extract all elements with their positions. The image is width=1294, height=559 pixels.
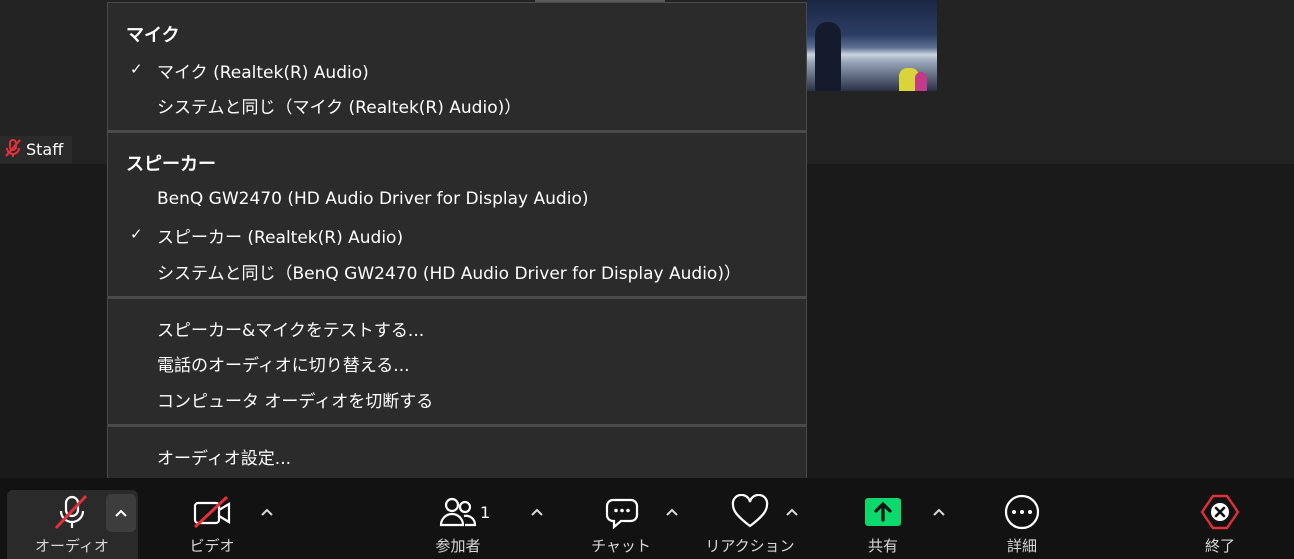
participants-count: 1 bbox=[480, 503, 491, 522]
speaker-section-header: スピーカー bbox=[126, 154, 216, 175]
share-up-arrow-icon bbox=[863, 494, 903, 530]
mic-section-header: マイク bbox=[126, 25, 180, 46]
meeting-toolbar: オーディオ ビデオ 参加者 1 チャット リアクション 共有 詳細 終了 bbox=[0, 478, 1294, 559]
participant-name: Staff bbox=[26, 140, 64, 159]
reactions-label: リアクション bbox=[705, 537, 795, 555]
end-label: 終了 bbox=[1204, 537, 1235, 555]
ellipsis-circle-icon bbox=[1002, 494, 1042, 530]
end-meeting-button[interactable]: 終了 bbox=[1180, 478, 1260, 559]
menu-item-mic-system-default[interactable]: システムと同じ（マイク (Realtek(R) Audio)） bbox=[157, 93, 521, 118]
mic-muted-icon bbox=[4, 138, 22, 162]
chat-options-caret[interactable] bbox=[666, 508, 678, 516]
reactions-button[interactable]: リアクション bbox=[704, 478, 796, 559]
menu-item-speaker-realtek[interactable]: スピーカー (Realtek(R) Audio) bbox=[157, 223, 403, 248]
menu-item-audio-settings[interactable]: オーディオ設定... bbox=[157, 444, 291, 469]
menu-divider bbox=[108, 296, 806, 299]
more-button[interactable]: 詳細 bbox=[982, 478, 1062, 559]
menu-item-speaker-benq[interactable]: BenQ GW2470 (HD Audio Driver for Display… bbox=[157, 189, 588, 209]
participant-name-tag: Staff bbox=[0, 136, 72, 163]
share-button[interactable]: 共有 bbox=[843, 478, 923, 559]
heart-icon bbox=[730, 494, 770, 530]
participants-label: 参加者 bbox=[435, 537, 481, 555]
meeting-window: Staff マイク ✓ マイク (Realtek(R) Audio) システムと… bbox=[0, 0, 1294, 559]
audio-options-caret[interactable] bbox=[106, 494, 136, 532]
more-label: 詳細 bbox=[1006, 537, 1037, 555]
mic-muted-icon bbox=[52, 494, 92, 530]
video-options-caret[interactable] bbox=[261, 508, 273, 516]
video-figure bbox=[815, 22, 841, 91]
checkmark-icon: ✓ bbox=[130, 60, 143, 78]
participant-video-tile[interactable] bbox=[807, 0, 937, 91]
menu-divider bbox=[108, 130, 806, 133]
video-figure-pink bbox=[915, 72, 927, 91]
people-icon bbox=[438, 494, 478, 530]
chevron-up-icon bbox=[115, 509, 127, 517]
chat-button[interactable]: チャット bbox=[581, 478, 661, 559]
end-x-hexagon-icon bbox=[1200, 494, 1240, 530]
audio-button[interactable]: オーディオ bbox=[30, 478, 114, 559]
reactions-options-caret[interactable] bbox=[786, 508, 798, 516]
video-button[interactable]: ビデオ bbox=[172, 478, 252, 559]
share-label: 共有 bbox=[867, 537, 898, 555]
menu-item-speaker-system-default[interactable]: システムと同じ（BenQ GW2470 (HD Audio Driver for… bbox=[157, 259, 741, 284]
menu-item-mic-realtek[interactable]: マイク (Realtek(R) Audio) bbox=[157, 58, 369, 83]
checkmark-icon: ✓ bbox=[130, 225, 143, 243]
menu-divider bbox=[108, 424, 806, 427]
share-options-caret[interactable] bbox=[933, 508, 945, 516]
chat-label: チャット bbox=[591, 537, 651, 555]
menu-item-disconnect-audio[interactable]: コンピュータ オーディオを切断する bbox=[157, 387, 433, 412]
menu-item-switch-phone-audio[interactable]: 電話のオーディオに切り替える... bbox=[157, 351, 410, 376]
audio-dropdown-menu: マイク ✓ マイク (Realtek(R) Audio) システムと同じ（マイク… bbox=[107, 2, 807, 482]
menu-item-test-audio[interactable]: スピーカー&マイクをテストする... bbox=[157, 316, 424, 341]
chat-bubble-icon bbox=[601, 494, 641, 530]
camera-off-icon bbox=[192, 494, 232, 530]
audio-label: オーディオ bbox=[35, 537, 109, 555]
video-label: ビデオ bbox=[189, 537, 235, 555]
participants-options-caret[interactable] bbox=[531, 508, 543, 516]
